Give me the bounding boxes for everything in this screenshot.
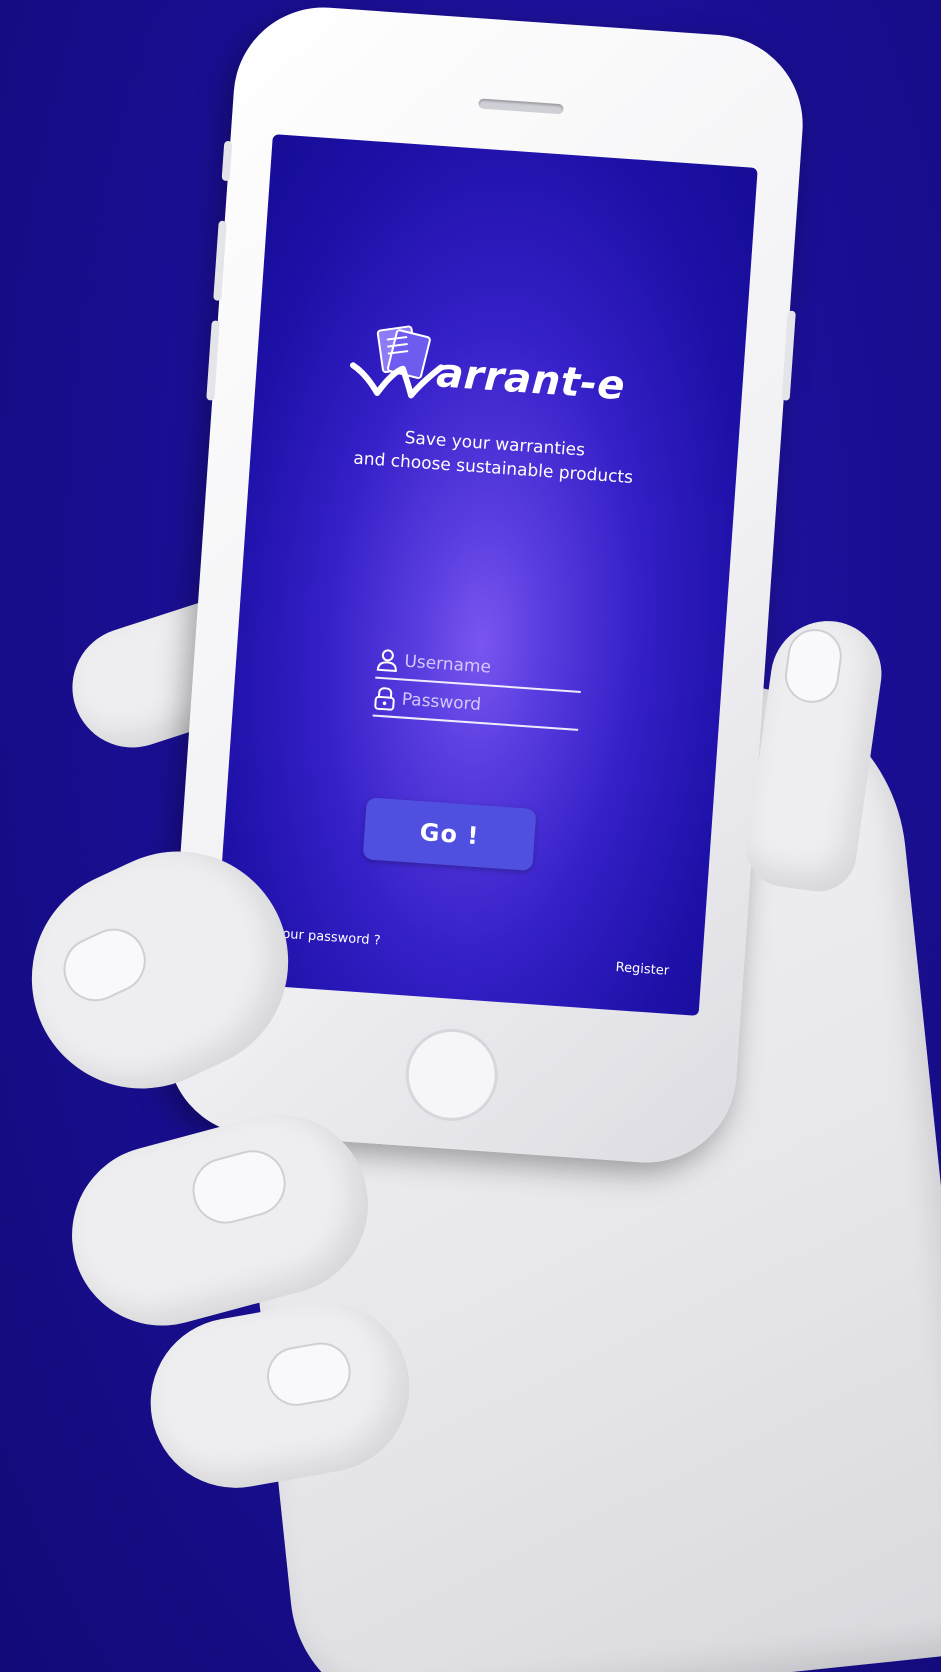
phone-volume-down — [206, 320, 220, 401]
app-tagline: Save your warranties and choose sustaina… — [250, 415, 738, 497]
app-logo: arrant-e — [347, 320, 652, 421]
finger-nail — [185, 1142, 294, 1231]
phone-mute-switch — [221, 140, 233, 182]
go-button[interactable]: Go ! — [362, 797, 537, 871]
password-input[interactable] — [401, 689, 573, 722]
lock-icon — [374, 687, 395, 711]
warranty-documents-icon — [350, 325, 445, 399]
phone-speaker — [478, 98, 564, 115]
phone-volume-up — [213, 220, 227, 301]
app-name: arrant-e — [435, 350, 627, 410]
register-link[interactable]: Register — [615, 960, 669, 979]
finger-nail — [53, 918, 157, 1012]
phone-screen: arrant-e Save your warranties and choose… — [213, 134, 758, 1016]
phone-power-button — [781, 310, 796, 401]
finger-nail — [262, 1337, 356, 1411]
user-icon — [376, 649, 397, 673]
finger-nail — [781, 625, 846, 707]
username-input[interactable] — [403, 651, 575, 684]
phone-home-button — [402, 1025, 501, 1124]
